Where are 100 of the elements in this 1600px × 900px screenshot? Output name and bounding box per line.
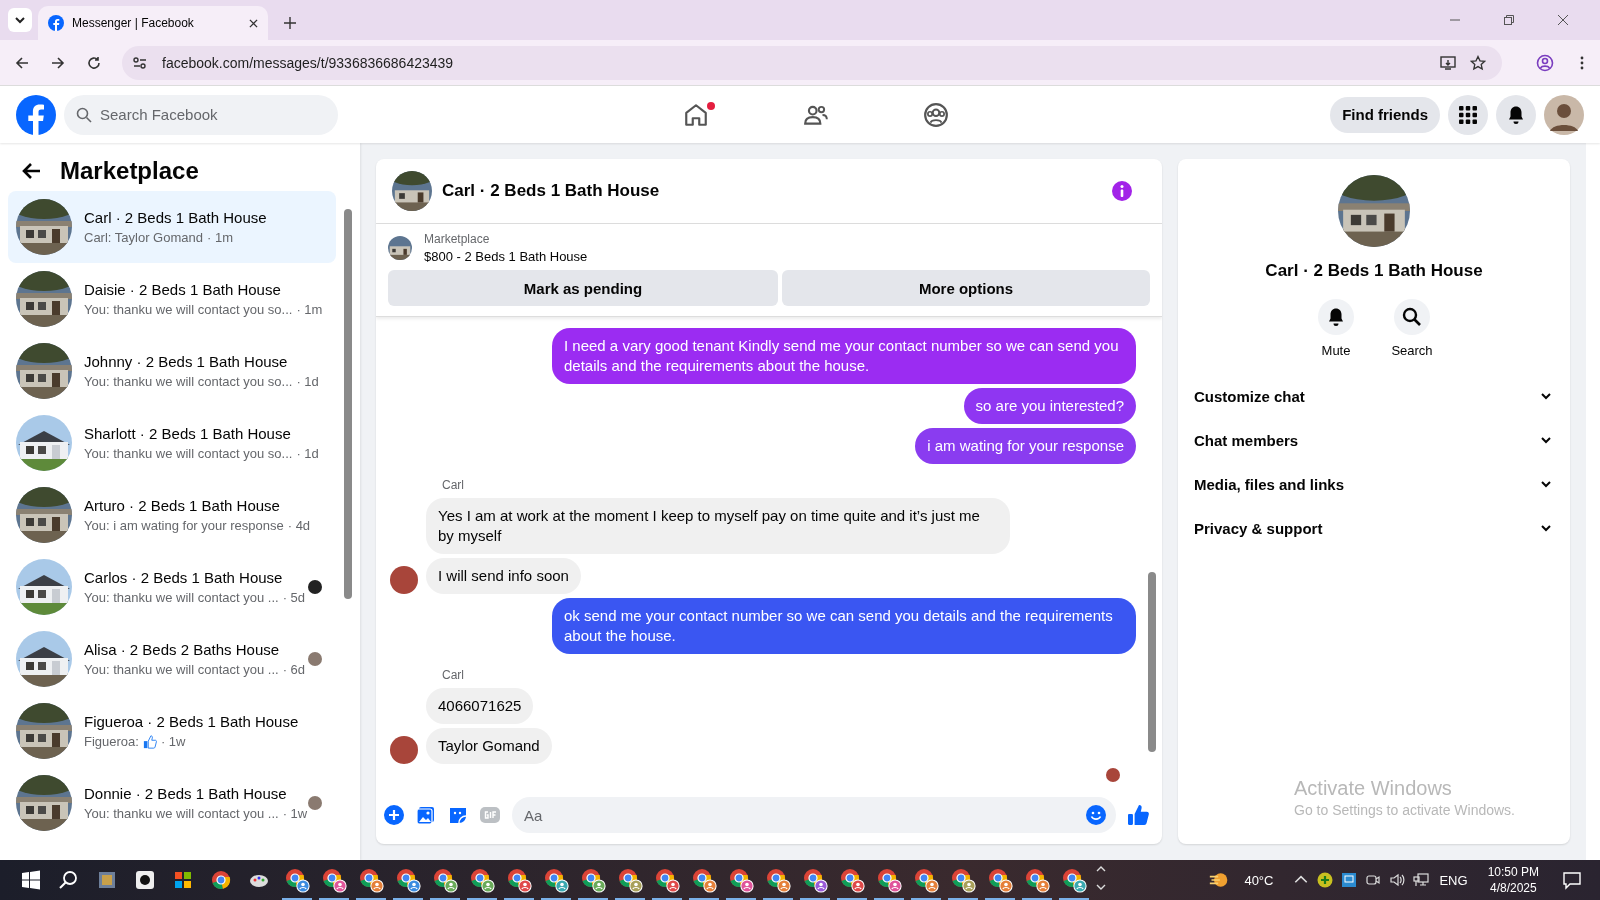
section-header[interactable]: Media, files and links	[1194, 462, 1554, 506]
conversation-item[interactable]: Alisa · 2 Beds 2 Baths House You: thanku we will contact you ... · 6d	[8, 623, 336, 695]
message-input[interactable]: Aa	[512, 797, 1116, 833]
conversation-item[interactable]: Johnny · 2 Beds 1 Bath House You: thanku we will contact you so... · 1d	[8, 335, 336, 407]
chrome-profile-icon[interactable]	[727, 867, 754, 893]
chrome-profile-icon[interactable]	[505, 867, 532, 893]
chrome-profile-icon[interactable]	[875, 867, 902, 893]
conversation-item[interactable]: Carl · 2 Beds 1 Bath House Carl: Taylor Gomand · 1m	[8, 191, 336, 263]
section-header[interactable]: Privacy & support	[1194, 506, 1554, 550]
weather-icon[interactable]	[1209, 870, 1230, 890]
install-app-icon[interactable]	[1440, 54, 1456, 71]
chrome-profile-icon[interactable]	[1060, 867, 1087, 893]
chrome-profile-icon[interactable]	[579, 867, 606, 893]
chrome-profile-icon[interactable]	[801, 867, 828, 893]
app-tray-icon[interactable]	[1341, 872, 1358, 888]
star-icon[interactable]	[1470, 54, 1486, 71]
reload-icon[interactable]	[86, 54, 102, 71]
info-icon[interactable]	[1112, 181, 1132, 201]
listing-button[interactable]: More options	[782, 270, 1150, 306]
browser-tab[interactable]: Messenger | Facebook	[38, 6, 268, 40]
url-text: facebook.com/messages/t/9336836686423439	[162, 54, 454, 71]
find-friends-button[interactable]: Find friends	[1330, 96, 1440, 133]
plus-icon[interactable]	[384, 805, 404, 825]
message-preview: Carl: Taylor Gomand	[84, 230, 203, 245]
chrome-profile-icon[interactable]	[542, 867, 569, 893]
search-field[interactable]: Search Facebook	[64, 94, 338, 135]
back-icon[interactable]	[22, 161, 42, 181]
message-preview: You: thanku we will contact you so...	[84, 374, 293, 389]
camera-icon[interactable]	[1365, 872, 1382, 888]
chrome-profile-icon[interactable]	[949, 867, 976, 893]
close-icon[interactable]	[249, 18, 258, 28]
language-indicator[interactable]: ENG	[1439, 872, 1468, 888]
tab-title: Messenger | Facebook	[72, 16, 195, 30]
profile-icon[interactable]	[1536, 53, 1554, 72]
conversation-item[interactable]: Daisie · 2 Beds 1 Bath House You: thanku we will contact you so... · 1m	[8, 263, 336, 335]
chrome-profile-icon[interactable]	[283, 867, 310, 893]
conversation-title: Carl · 2 Beds 1 Bath House	[84, 209, 268, 226]
store-icon[interactable]	[173, 870, 193, 890]
new-tab-icon[interactable]	[284, 17, 296, 29]
weather-temperature[interactable]: 40°C	[1244, 872, 1274, 888]
chrome-profile-icon[interactable]	[653, 867, 680, 893]
chrome-profile-icon[interactable]	[431, 867, 458, 893]
chrome-profile-icon[interactable]	[912, 867, 939, 893]
volume-icon[interactable]	[1389, 872, 1406, 888]
chrome-profile-icon[interactable]	[616, 867, 643, 893]
notifications-button[interactable]	[1496, 94, 1536, 135]
chrome-profile-icon[interactable]	[1023, 867, 1050, 893]
listing-title: $800 - 2 Beds 1 Bath House	[424, 249, 588, 264]
start-icon[interactable]	[21, 870, 41, 890]
notification-center-icon[interactable]	[1562, 870, 1582, 890]
menu-button[interactable]	[1448, 94, 1488, 135]
section-header[interactable]: Customize chat	[1194, 374, 1554, 418]
conversation-title: Alisa · 2 Beds 2 Baths House	[84, 641, 281, 658]
search-button[interactable]	[1394, 299, 1430, 335]
read-receipt-avatar	[1106, 768, 1120, 782]
network-icon[interactable]	[1413, 872, 1430, 888]
facebook-logo-icon[interactable]	[16, 94, 56, 135]
section-header[interactable]: Chat members	[1194, 418, 1554, 462]
thumbs-up-icon[interactable]	[1128, 804, 1150, 826]
profile-avatar[interactable]	[1544, 94, 1584, 135]
message-preview: You: thanku we will contact you so...	[84, 446, 293, 461]
site-settings-icon[interactable]	[132, 54, 148, 71]
received-message: Yes I am at work at the moment I keep to myself pay on time quite and it’s just me by myself	[426, 498, 1010, 554]
clock-time[interactable]: 10:50 PM	[1487, 865, 1539, 879]
forward-icon[interactable]	[50, 54, 66, 71]
photos-app-icon[interactable]	[97, 870, 117, 890]
chrome-profile-icon[interactable]	[394, 867, 421, 893]
conversation-item[interactable]: Carlos · 2 Beds 1 Bath House You: thanku we will contact you ... · 5d	[8, 551, 336, 623]
message-time: · 1m	[207, 230, 233, 245]
search-icon[interactable]	[59, 870, 79, 890]
chrome-profile-icon[interactable]	[357, 867, 384, 893]
message-time: · 1m	[296, 302, 323, 317]
chrome-icon[interactable]	[211, 870, 231, 890]
listing-button[interactable]: Mark as pending	[388, 270, 778, 306]
grid-icon	[1458, 104, 1478, 125]
conversation-item[interactable]: Arturo · 2 Beds 1 Bath House You: i am wating for your response · 4d	[8, 479, 336, 551]
photo-icon[interactable]	[416, 805, 436, 825]
chrome-profile-icon[interactable]	[468, 867, 495, 893]
clock-date[interactable]: 4/8/2025	[1489, 881, 1537, 895]
emoji-icon[interactable]	[1086, 805, 1106, 825]
chrome-profile-icon[interactable]	[986, 867, 1013, 893]
chrome-profile-icon[interactable]	[764, 867, 791, 893]
conversation-item[interactable]: Donnie · 2 Beds 1 Bath House You: thanku we will contact you ... · 1w	[8, 767, 336, 839]
chrome-profile-icon[interactable]	[690, 867, 717, 893]
close-icon[interactable]	[1558, 15, 1568, 25]
app-icon[interactable]	[135, 870, 155, 890]
tab-list-button[interactable]	[8, 8, 32, 32]
message-time: · 1d	[296, 374, 319, 389]
chrome-profile-icon[interactable]	[838, 867, 865, 893]
chrome-profile-icon[interactable]	[320, 867, 347, 893]
plus-icon[interactable]	[1317, 872, 1334, 888]
back-icon[interactable]	[14, 54, 30, 71]
mute-button[interactable]	[1318, 299, 1354, 335]
restore-icon[interactable]	[1504, 15, 1514, 25]
sticker-icon[interactable]	[448, 805, 468, 825]
seen-avatar	[308, 580, 322, 594]
conversation-item[interactable]: Figueroa · 2 Beds 1 Bath House Figueroa: · 1w	[8, 695, 336, 767]
scrollbar[interactable]	[1586, 143, 1600, 860]
address-bar[interactable]: facebook.com/messages/t/9336836686423439	[122, 45, 1502, 80]
conversation-item[interactable]: Sharlott · 2 Beds 1 Bath House You: thanku we will contact you so... · 1d	[8, 407, 336, 479]
